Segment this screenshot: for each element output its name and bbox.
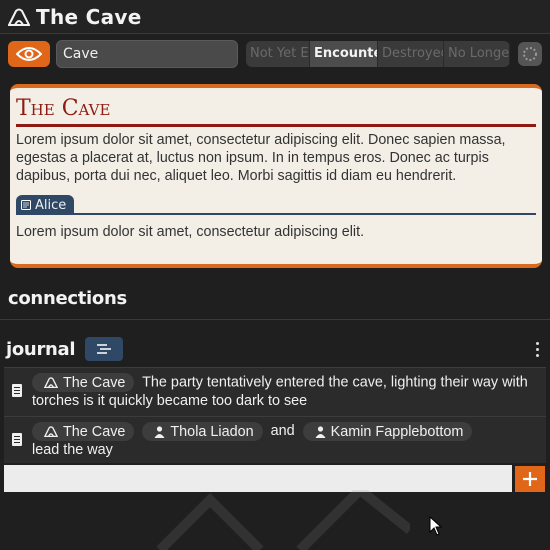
- note-tabs: Alice: [16, 195, 536, 215]
- note-icon: [21, 200, 31, 210]
- plus-icon: [523, 472, 537, 486]
- kebab-dot-icon: [535, 341, 539, 345]
- character-chip[interactable]: Kamin Fapplebottom: [302, 422, 473, 441]
- journal-menu-button[interactable]: [530, 339, 544, 359]
- mouse-cursor: [429, 516, 443, 536]
- journal-title: journal: [6, 338, 76, 360]
- character-chip[interactable]: Thola Liadon: [142, 422, 263, 441]
- entry-connector: and: [270, 423, 295, 440]
- add-entry-button[interactable]: [515, 466, 545, 492]
- kebab-dot-icon: [535, 347, 539, 351]
- connections-section: connections: [0, 280, 550, 320]
- journal-header: journal: [0, 332, 550, 366]
- journal-sort-button[interactable]: [85, 337, 124, 361]
- spinner-icon: [523, 47, 537, 61]
- background-watermark: [156, 490, 410, 550]
- person-icon: [154, 425, 165, 438]
- card-description: Lorem ipsum dolor sit amet, consectetur …: [16, 132, 506, 184]
- journal-entry[interactable]: The Cave Thola Liadon and Kamin Fapplebo…: [4, 416, 546, 463]
- entry-text: lead the way: [32, 442, 113, 458]
- cave-icon: [44, 426, 58, 437]
- document-icon: [12, 433, 22, 446]
- location-chip[interactable]: The Cave: [32, 422, 135, 441]
- chip-label: Kamin Fapplebottom: [330, 423, 464, 440]
- visibility-toggle-button[interactable]: [8, 41, 50, 67]
- connections-title: connections: [8, 288, 127, 309]
- chip-label: The Cave: [63, 374, 126, 391]
- cave-icon: [8, 8, 30, 26]
- document-icon: [12, 384, 22, 397]
- person-icon: [315, 425, 326, 438]
- chip-label: Thola Liadon: [170, 423, 254, 440]
- tab-content: Lorem ipsum dolor sit amet, consectetur …: [16, 224, 365, 240]
- app-title: The Cave: [36, 4, 142, 29]
- chip-label: The Cave: [63, 423, 126, 440]
- toolbar: Not Yet Encountered Encountered Destroye…: [0, 34, 550, 74]
- cave-icon: [44, 377, 58, 388]
- status-not-yet-encountered[interactable]: Not Yet Encountered: [246, 41, 310, 67]
- location-chip[interactable]: The Cave: [32, 373, 135, 392]
- status-selector: Not Yet Encountered Encountered Destroye…: [246, 41, 510, 67]
- tab-alice[interactable]: Alice: [16, 195, 75, 215]
- spinner-button[interactable]: [518, 42, 542, 66]
- card-title: The Cave: [16, 94, 536, 127]
- status-encountered[interactable]: Encountered: [310, 41, 378, 67]
- kebab-dot-icon: [535, 353, 539, 357]
- tab-label: Alice: [35, 197, 67, 213]
- journal-entry[interactable]: The Cave The party tentatively entered t…: [4, 367, 546, 416]
- lines-icon: [97, 344, 112, 354]
- name-input[interactable]: [56, 40, 238, 68]
- app-header: The Cave: [0, 0, 550, 34]
- journal-entry-input[interactable]: [4, 465, 512, 492]
- status-no-longer-exists[interactable]: No Longer Exists: [444, 41, 510, 67]
- status-destroyed[interactable]: Destroyed: [378, 41, 444, 67]
- location-card: The Cave Lorem ipsum dolor sit amet, con…: [10, 84, 542, 268]
- eye-icon: [16, 47, 42, 61]
